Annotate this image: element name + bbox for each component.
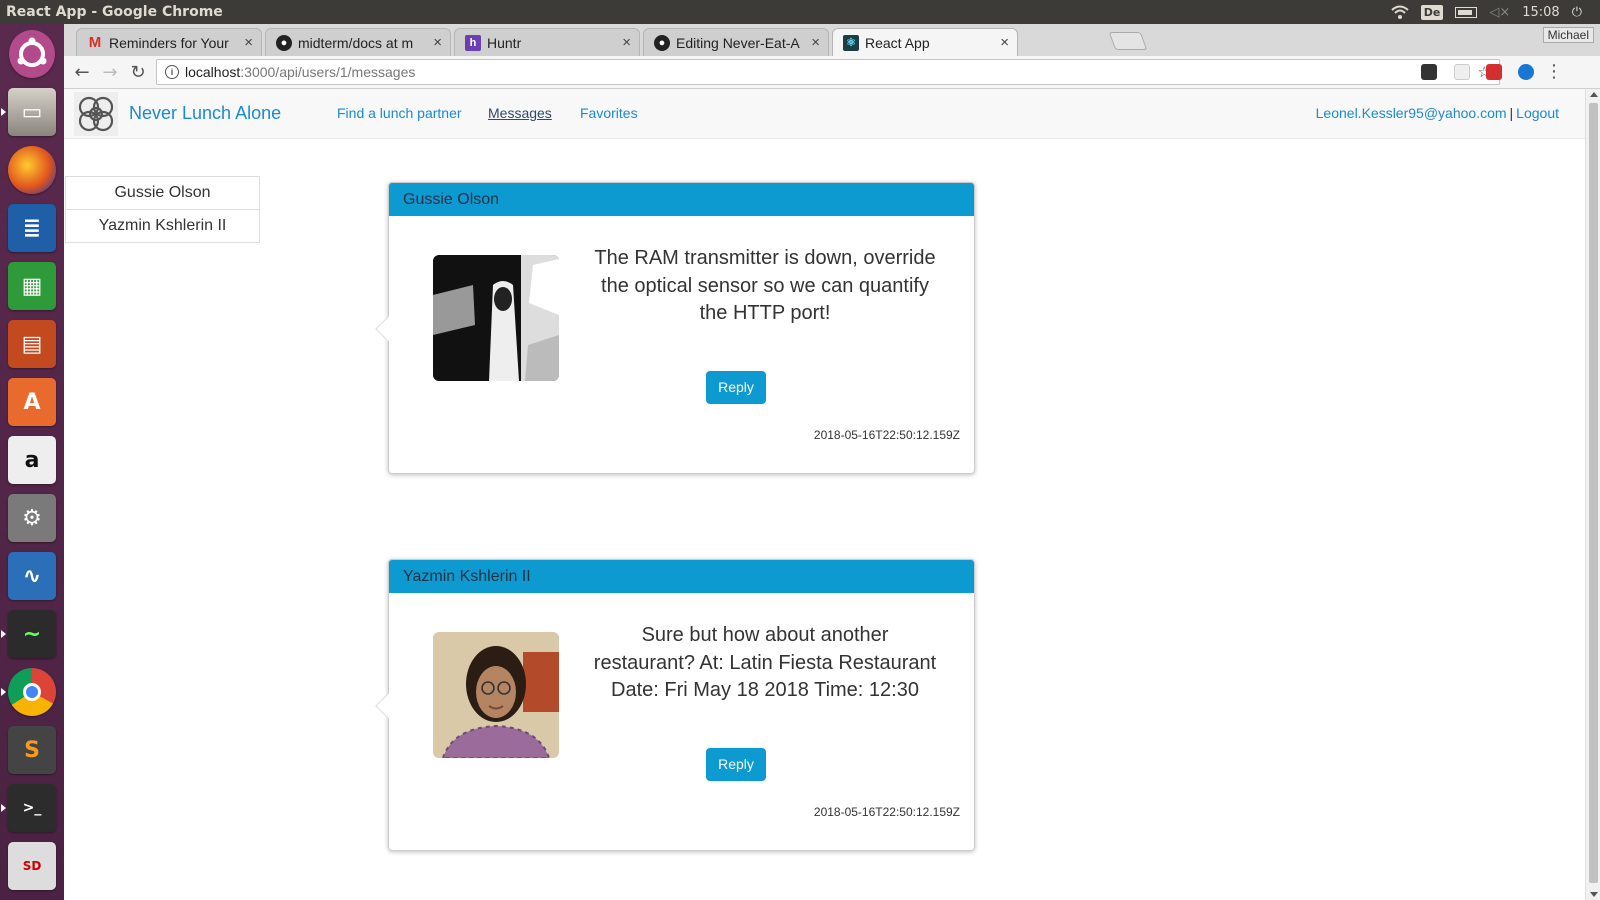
terminal-icon[interactable]: >_ (8, 784, 56, 832)
browser-toolbar: ← → ↻ i localhost:3000/api/users/1/messa… (64, 56, 1600, 89)
system-settings-icon[interactable]: ⚙ (8, 494, 56, 542)
github-icon: ● (654, 34, 670, 51)
message-text: Sure but how about another restaurant? A… (593, 624, 937, 701)
celtic-knot-logo-icon[interactable] (74, 92, 118, 136)
url-host: localhost (185, 64, 241, 80)
message-text: The RAM transmitter is down, override th… (594, 247, 936, 324)
github-icon: ● (276, 34, 292, 51)
firefox-icon[interactable] (8, 146, 56, 194)
conversation-item[interactable]: Yazmin Kshlerin II (65, 209, 260, 243)
amazon-icon[interactable]: a (8, 436, 56, 484)
scroll-up-arrow-icon[interactable] (1590, 92, 1598, 97)
user-email-link[interactable]: Leonel.Kessler95@yahoo.com (1316, 105, 1507, 121)
files-icon[interactable]: ▭ (8, 88, 56, 136)
card-pointer (375, 316, 401, 342)
reply-button[interactable]: Reply (706, 371, 766, 404)
chrome-icon[interactable] (8, 668, 56, 716)
close-tab-icon[interactable]: × (622, 34, 631, 51)
web-page: Never Lunch Alone Find a lunch partner M… (64, 89, 1600, 900)
nav-messages[interactable]: Messages (488, 105, 552, 121)
extension-shield-icon[interactable] (1421, 64, 1437, 80)
react-icon: ⚛ (843, 34, 859, 51)
window-title: React App - Google Chrome (6, 4, 223, 20)
nav-find-lunch-partner[interactable]: Find a lunch partner (337, 105, 462, 121)
extension-blank-icon[interactable] (1454, 64, 1470, 80)
site-info-icon[interactable]: i (165, 65, 179, 79)
logout-link[interactable]: Logout (1516, 105, 1559, 121)
app-navbar: Never Lunch Alone Find a lunch partner M… (64, 89, 1585, 139)
scroll-down-arrow-icon[interactable] (1590, 892, 1598, 897)
close-tab-icon[interactable]: × (244, 34, 253, 51)
message-card: Gussie Olson The RAM transmitter is down… (375, 182, 975, 474)
address-bar[interactable]: i localhost:3000/api/users/1/messages ⚷ … (156, 59, 1500, 85)
system-monitor-icon[interactable]: ~ (8, 610, 56, 658)
url-path: :3000/api/users/1/messages (240, 64, 416, 80)
software-center-icon[interactable]: A (8, 378, 56, 426)
separator: | (1509, 105, 1514, 121)
volume-muted-icon[interactable]: ◁× (1489, 5, 1510, 20)
close-tab-icon[interactable]: × (811, 34, 820, 51)
user-menu: Leonel.Kessler95@yahoo.com | Logout (1316, 105, 1559, 121)
nav-favorites[interactable]: Favorites (580, 105, 638, 121)
avatar (433, 255, 559, 381)
page-scrollbar[interactable] (1585, 89, 1600, 900)
browser-tab[interactable]: ● Editing Never-Eat-A × (643, 28, 829, 56)
gmail-icon: M (88, 34, 102, 51)
chrome-menu-icon[interactable]: ⋮ (1540, 61, 1568, 82)
message-sender: Gussie Olson (389, 183, 974, 216)
browser-tab[interactable]: h Huntr × (454, 28, 640, 56)
forward-button[interactable]: → (96, 62, 124, 83)
conversation-item[interactable]: Gussie Olson (65, 176, 260, 210)
system-tray: De ◁× 15:08 ⏻ (1391, 4, 1600, 20)
close-tab-icon[interactable]: × (433, 34, 442, 51)
libreoffice-writer-icon[interactable]: ≣ (8, 204, 56, 252)
conversation-list: Gussie Olson Yazmin Kshlerin II (65, 176, 260, 243)
avatar (433, 632, 559, 758)
libreoffice-impress-icon[interactable]: ▤ (8, 320, 56, 368)
profile-button[interactable]: Michael (1542, 27, 1594, 43)
message-timestamp: 2018-05-16T22:50:12.159Z (813, 428, 960, 442)
browser-tab-active[interactable]: ⚛ React App × (832, 28, 1018, 56)
system-monitor-chart-icon[interactable]: ∿ (8, 552, 56, 600)
libreoffice-calc-icon[interactable]: ▦ (8, 262, 56, 310)
keyboard-layout-indicator[interactable]: De (1420, 4, 1444, 20)
ubuntu-dash-icon[interactable] (9, 30, 55, 78)
reply-button[interactable]: Reply (706, 748, 766, 781)
browser-tab[interactable]: ● midterm/docs at m × (265, 28, 451, 56)
new-tab-button[interactable] (1108, 32, 1148, 50)
message-card: Yazmin Kshlerin II Sure but how about an… (375, 559, 975, 851)
extension-red-icon[interactable] (1486, 64, 1502, 80)
back-button[interactable]: ← (68, 62, 96, 83)
clock[interactable]: 15:08 (1522, 5, 1559, 20)
battery-icon[interactable] (1455, 6, 1478, 18)
reload-button[interactable]: ↻ (124, 62, 152, 83)
browser-tab[interactable]: M Reminders for Your × (76, 28, 262, 56)
sublime-text-icon[interactable]: S (8, 726, 56, 774)
power-icon[interactable]: ⏻ (1572, 5, 1582, 20)
brand-link[interactable]: Never Lunch Alone (129, 103, 281, 124)
card-pointer (375, 693, 401, 719)
huntr-icon: h (465, 34, 481, 51)
message-timestamp: 2018-05-16T22:50:12.159Z (813, 805, 960, 819)
browser-tab-strip: M Reminders for Your × ● midterm/docs at… (64, 24, 1600, 56)
scrollbar-thumb[interactable] (1589, 103, 1598, 883)
close-tab-icon[interactable]: × (1000, 34, 1009, 51)
os-top-panel: React App - Google Chrome De ◁× 15:08 ⏻ (0, 0, 1600, 24)
ubuntu-launcher: ▭ ≣ ▦ ▤ A a ⚙ ∿ ~ S >_ SD (0, 24, 64, 900)
wifi-icon[interactable] (1391, 5, 1409, 19)
extension-blue-icon[interactable] (1518, 64, 1534, 80)
sd-card-icon[interactable]: SD (8, 842, 56, 890)
message-sender: Yazmin Kshlerin II (389, 560, 974, 593)
